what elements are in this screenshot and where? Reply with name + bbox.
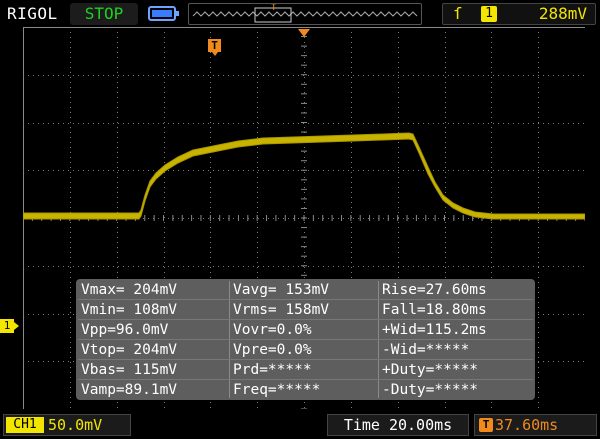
measurement-value: +Wid=115.2ms bbox=[382, 322, 487, 338]
measurement-value: Freq=***** bbox=[233, 382, 321, 398]
rising-edge-icon: ſ bbox=[453, 4, 463, 23]
horizontal-center-marker bbox=[298, 29, 310, 37]
measurement-value: Vbas= 115mV bbox=[81, 362, 178, 378]
top-status-bar: RIGOL STOP T ſ 1 288mV bbox=[0, 0, 600, 28]
trigger-level: 288mV bbox=[538, 4, 587, 23]
row-divider bbox=[78, 319, 533, 320]
channel1-waveform bbox=[23, 132, 585, 220]
measurement-panel: Vmax= 204mV Vavg= 153mV Rise=27.60ms Vmin= … bbox=[76, 279, 535, 400]
row-divider bbox=[78, 379, 533, 380]
trigger-position-marker[interactable]: T bbox=[208, 39, 221, 56]
battery-icon bbox=[148, 6, 179, 21]
measurement-value: Vrms= 158mV bbox=[233, 302, 330, 318]
brand-logo: RIGOL bbox=[7, 4, 58, 23]
measurement-value: -Wid=***** bbox=[382, 342, 470, 358]
timebase-readout[interactable]: Time 20.00ms bbox=[327, 414, 469, 436]
measurement-value: Fall=18.80ms bbox=[382, 302, 487, 318]
memory-waveform-icon: T bbox=[192, 3, 418, 23]
measurement-value: Vmax= 204mV bbox=[81, 282, 178, 298]
measurement-value: Prd=***** bbox=[233, 362, 312, 378]
trigger-settings[interactable]: ſ 1 288mV bbox=[442, 3, 596, 25]
row-divider bbox=[78, 359, 533, 360]
measurement-value: +Duty=***** bbox=[382, 362, 479, 378]
svg-text:T: T bbox=[271, 4, 277, 13]
channel1-scale: 50.0mV bbox=[48, 416, 103, 434]
run-stop-indicator[interactable]: STOP bbox=[70, 3, 138, 25]
channel1-offset-marker[interactable]: 1 bbox=[0, 319, 19, 333]
trigger-offset-icon: T bbox=[479, 418, 493, 432]
measurement-value: Vamp=89.1mV bbox=[81, 382, 178, 398]
measurement-value: Vovr=0.0% bbox=[233, 322, 312, 338]
measurement-value: Vmin= 108mV bbox=[81, 302, 178, 318]
trigger-offset-value: 37.60ms bbox=[495, 416, 559, 434]
channel1-tag: CH1 bbox=[6, 417, 44, 433]
measurement-value: Vpre=0.0% bbox=[233, 342, 312, 358]
memory-depth-icon: T bbox=[188, 3, 422, 25]
measurement-value: Vpp=96.0mV bbox=[81, 322, 169, 338]
measurement-value: Rise=27.60ms bbox=[382, 282, 487, 298]
row-divider bbox=[78, 299, 533, 300]
measurement-value: Vavg= 153mV bbox=[233, 282, 330, 298]
bottom-status-bar: CH1 50.0mV Time 20.00ms T 37.60ms bbox=[0, 412, 600, 439]
measurement-value: Vtop= 204mV bbox=[81, 342, 178, 358]
measurement-value: -Duty=***** bbox=[382, 382, 479, 398]
row-divider bbox=[78, 339, 533, 340]
trigger-offset-box[interactable]: T 37.60ms bbox=[474, 414, 597, 436]
channel1-scale-box[interactable]: CH1 50.0mV bbox=[3, 414, 131, 436]
trigger-source-badge: 1 bbox=[481, 6, 497, 22]
